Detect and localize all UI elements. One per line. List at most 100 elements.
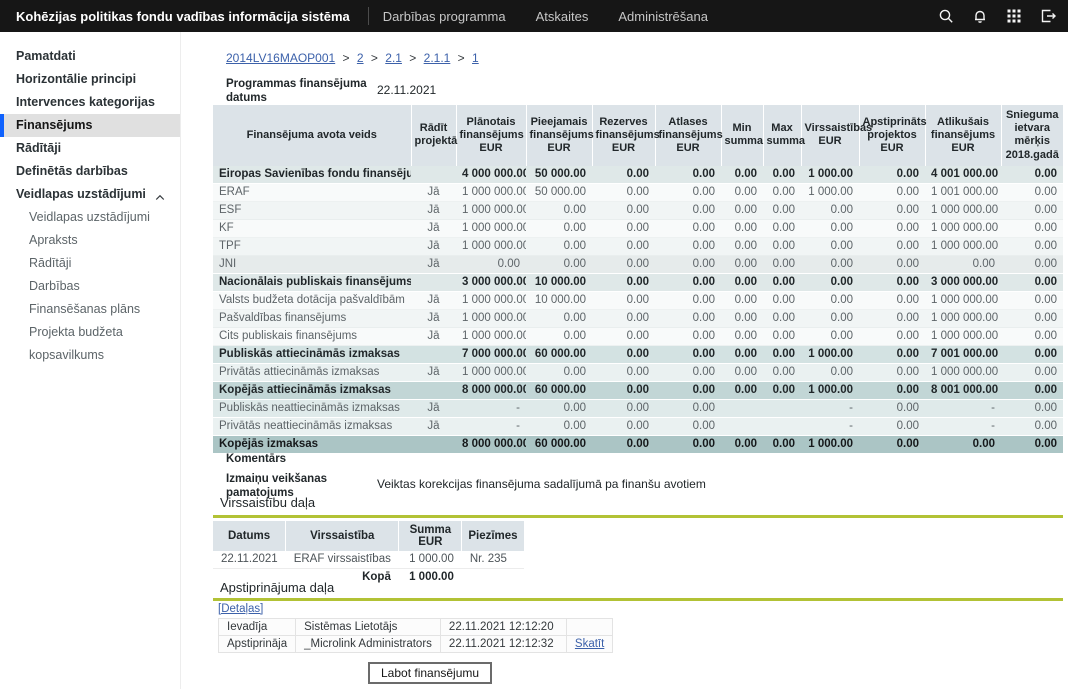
value-cell: 8 000 000.00 bbox=[456, 435, 526, 453]
finance-table-row: Kopējās izmaksas8 000 000.0060 000.000.0… bbox=[213, 435, 1063, 453]
value-cell bbox=[411, 435, 456, 453]
column-header: Atlases finansējums EUR bbox=[655, 105, 721, 166]
sidebar-subitem-raditaji-sub[interactable]: Rādītāji bbox=[0, 252, 180, 275]
details-link[interactable]: [Detaļas] bbox=[218, 603, 263, 615]
value-cell: 0.00 bbox=[721, 327, 763, 345]
logout-icon[interactable] bbox=[1040, 8, 1056, 24]
value-cell: 7 001 000.00 bbox=[925, 345, 1001, 363]
row-label-cell: Valsts budžeta dotācija pašvaldībām bbox=[213, 291, 411, 309]
value-cell: 1 000 000.00 bbox=[456, 237, 526, 255]
value-cell: 0.00 bbox=[456, 255, 526, 273]
value-cell: 60 000.00 bbox=[526, 345, 592, 363]
value-cell: Jā bbox=[411, 291, 456, 309]
breadcrumb-link[interactable]: 2 bbox=[357, 51, 364, 65]
topbar-menu-item[interactable]: Darbības programma bbox=[383, 9, 506, 24]
search-icon[interactable] bbox=[938, 8, 954, 24]
finance-table: Finansējuma avota veidsRādīt projektāPlā… bbox=[213, 105, 1063, 454]
value-cell: 0.00 bbox=[592, 327, 655, 345]
value-cell: 3 000 000.00 bbox=[925, 273, 1001, 291]
value-cell: 0.00 bbox=[925, 435, 1001, 453]
app-switcher-icon[interactable] bbox=[1006, 8, 1022, 24]
value-cell: 0.00 bbox=[526, 219, 592, 237]
sidebar-item-intervences-kategorijas[interactable]: Intervences kategorijas bbox=[0, 91, 180, 114]
value-cell: 1 000.00 bbox=[801, 183, 859, 201]
value-cell: 0.00 bbox=[801, 291, 859, 309]
sidebar-item-finansejums[interactable]: Finansējums bbox=[0, 114, 180, 137]
virssaistibas-table-wrapper: DatumsVirssaistībaSumma EURPiezīmes 22.1… bbox=[213, 521, 524, 585]
value-cell: 0.00 bbox=[801, 237, 859, 255]
finance-table-row: TPFJā1 000 000.000.000.000.000.000.000.0… bbox=[213, 237, 1063, 255]
sidebar-item-raditaji[interactable]: Rādītāji bbox=[0, 137, 180, 160]
value-cell: 0.00 bbox=[721, 201, 763, 219]
value-cell: Jā bbox=[411, 417, 456, 435]
value-cell: 8 000 000.00 bbox=[456, 381, 526, 399]
breadcrumb-link[interactable]: 2014LV16MAOP001 bbox=[226, 51, 335, 65]
breadcrumb-link[interactable]: 2.1 bbox=[385, 51, 402, 65]
sidebar-subitem-projekta-budzeta-kopsavilkums[interactable]: Projekta budžeta kopsavilkums bbox=[0, 321, 180, 344]
sidebar-item-veidlapas-uzstadijumi[interactable]: Veidlapas uzstādījumi bbox=[0, 183, 180, 206]
sidebar-item-horizontalie-principi[interactable]: Horizontālie principi bbox=[0, 68, 180, 91]
topbar-menu-item[interactable]: Atskaites bbox=[536, 9, 589, 24]
value-cell: 0.00 bbox=[721, 255, 763, 273]
row-label-cell: KF bbox=[213, 219, 411, 237]
total-value-cell: 1 000.00 bbox=[399, 568, 462, 585]
finance-table-row: KFJā1 000 000.000.000.000.000.000.000.00… bbox=[213, 219, 1063, 237]
column-header: Rādīt projektā bbox=[411, 105, 456, 166]
value-cell: 50 000.00 bbox=[526, 166, 592, 184]
value-cell: 0.00 bbox=[801, 363, 859, 381]
value-cell: 1 000 000.00 bbox=[925, 219, 1001, 237]
value-cell: 0.00 bbox=[801, 219, 859, 237]
value-cell: 1 000 000.00 bbox=[456, 327, 526, 345]
virssaistibas-section-heading: Virssaistību daļa bbox=[220, 495, 315, 510]
value-cell: 0.00 bbox=[592, 219, 655, 237]
section-divider bbox=[213, 598, 1063, 601]
sidebar-navigation: PamatdatiHorizontālie principiIntervence… bbox=[0, 32, 181, 689]
breadcrumb-link[interactable]: 1 bbox=[472, 51, 479, 65]
value-cell bbox=[411, 273, 456, 291]
value-cell: - bbox=[801, 399, 859, 417]
value-cell: 0.00 bbox=[721, 381, 763, 399]
value-cell: 0.00 bbox=[801, 201, 859, 219]
value-cell: 0.00 bbox=[1001, 399, 1063, 417]
breadcrumb-link[interactable]: 2.1.1 bbox=[424, 51, 451, 65]
value-cell: Jā bbox=[411, 363, 456, 381]
value-cell: 0.00 bbox=[592, 201, 655, 219]
value-cell: 0.00 bbox=[859, 399, 925, 417]
notifications-icon[interactable] bbox=[972, 8, 988, 24]
sidebar-subitem-veidlapas-uzstadijumi-sub[interactable]: Veidlapas uzstādījumi bbox=[0, 206, 180, 229]
value-cell: 0.00 bbox=[592, 381, 655, 399]
edit-financing-button[interactable]: Labot finansējumu bbox=[368, 662, 492, 684]
value-cell bbox=[721, 417, 763, 435]
value-cell: 1 001 000.00 bbox=[925, 183, 1001, 201]
value-cell: 0.00 bbox=[592, 345, 655, 363]
topbar-menu-item[interactable]: Administrēšana bbox=[618, 9, 708, 24]
value-cell: 0.00 bbox=[859, 183, 925, 201]
value-cell: 0.00 bbox=[1001, 219, 1063, 237]
value-cell: 0.00 bbox=[763, 381, 801, 399]
value-cell: 0.00 bbox=[859, 345, 925, 363]
finance-table-row: ERAFJā1 000 000.0050 000.000.000.000.000… bbox=[213, 183, 1063, 201]
column-header: Min summa bbox=[721, 105, 763, 166]
breadcrumb-separator: > bbox=[339, 51, 353, 65]
sidebar-item-pamatdati[interactable]: Pamatdati bbox=[0, 45, 180, 68]
notes-cell: Nr. 235 bbox=[462, 551, 524, 568]
sidebar-item-definetas-darbibas[interactable]: Definētās darbības bbox=[0, 160, 180, 183]
value-cell: 0.00 bbox=[925, 255, 1001, 273]
value-cell: 0.00 bbox=[526, 309, 592, 327]
finance-table-row: Kopējās attiecināmās izmaksas8 000 000.0… bbox=[213, 381, 1063, 399]
sidebar-subitem-finansesanas-plans[interactable]: Finansēšanas plāns bbox=[0, 298, 180, 321]
virssaistibas-table: DatumsVirssaistībaSumma EURPiezīmes 22.1… bbox=[213, 521, 524, 585]
sidebar-subitem-darbibas[interactable]: Darbības bbox=[0, 275, 180, 298]
value-cell: 0.00 bbox=[526, 327, 592, 345]
value-cell: 0.00 bbox=[592, 435, 655, 453]
column-header: Apstiprināts projektos EUR bbox=[859, 105, 925, 166]
value-cell: 0.00 bbox=[763, 435, 801, 453]
value-cell: 0.00 bbox=[721, 345, 763, 363]
value-cell: 4 000 000.00 bbox=[456, 166, 526, 184]
value-cell: 50 000.00 bbox=[526, 183, 592, 201]
value-cell: 0.00 bbox=[859, 435, 925, 453]
finance-table-row: Privātās attiecināmās izmaksasJā1 000 00… bbox=[213, 363, 1063, 381]
sidebar-subitem-apraksts[interactable]: Apraksts bbox=[0, 229, 180, 252]
view-link[interactable]: Skatīt bbox=[575, 638, 604, 650]
value-cell: 0.00 bbox=[592, 417, 655, 435]
